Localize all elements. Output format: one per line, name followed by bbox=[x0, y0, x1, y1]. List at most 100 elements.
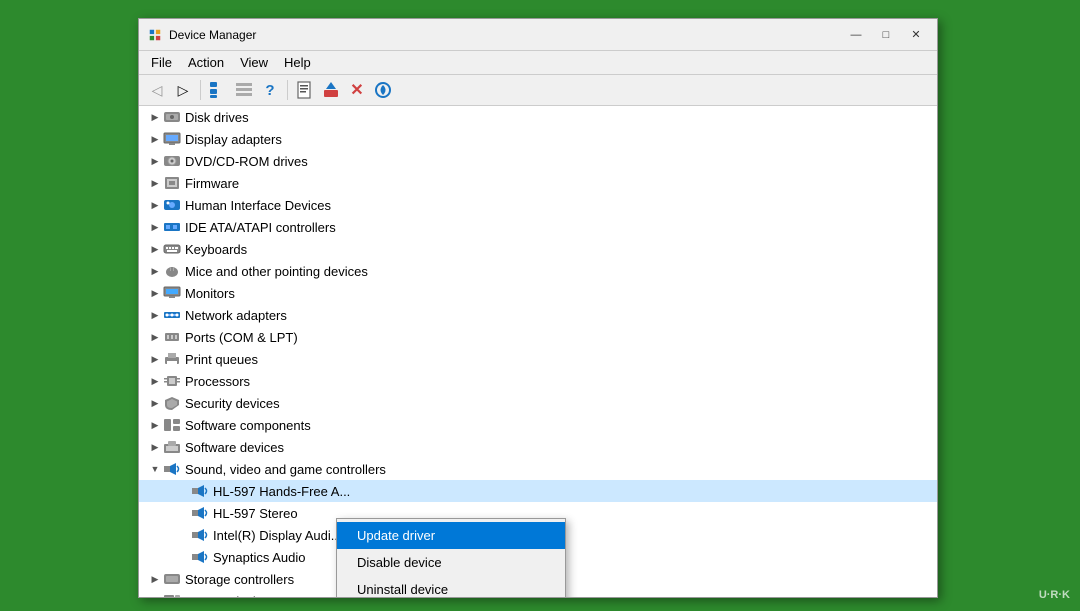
system-devices-label: System devices bbox=[185, 594, 276, 598]
keyboards-label: Keyboards bbox=[185, 242, 247, 257]
minimize-button[interactable]: — bbox=[843, 25, 869, 45]
tree-item-hl597hf[interactable]: ▶ HL-597 Hands-Free A... bbox=[139, 480, 937, 502]
scan-button[interactable] bbox=[371, 78, 395, 102]
ide-icon bbox=[163, 218, 181, 236]
firmware-label: Firmware bbox=[185, 176, 239, 191]
expand-icon[interactable]: ▶ bbox=[147, 263, 163, 279]
watermark: U·R·K bbox=[1039, 589, 1070, 601]
desktop: Device Manager — □ ✕ File Action View He… bbox=[0, 0, 1080, 611]
tree-item-monitors[interactable]: ▶ Monitors bbox=[139, 282, 937, 304]
ctx-disable-device[interactable]: Disable device bbox=[337, 549, 565, 576]
menu-action[interactable]: Action bbox=[180, 53, 232, 72]
hid-icon bbox=[163, 196, 181, 214]
tree-item-ide[interactable]: ▶ IDE ATA/ATAPI controllers bbox=[139, 216, 937, 238]
hl597hf-label: HL-597 Hands-Free A... bbox=[213, 484, 350, 499]
maximize-button[interactable]: □ bbox=[873, 25, 899, 45]
expand-icon[interactable]: ▶ bbox=[147, 395, 163, 411]
menu-file[interactable]: File bbox=[143, 53, 180, 72]
device-manager-window: Device Manager — □ ✕ File Action View He… bbox=[138, 18, 938, 598]
software-components-icon bbox=[163, 416, 181, 434]
tree-item-software-components[interactable]: ▶ Software components bbox=[139, 414, 937, 436]
expand-icon[interactable]: ▶ bbox=[147, 373, 163, 389]
sound-device-icon-4 bbox=[191, 548, 209, 566]
expand-icon[interactable]: ▶ bbox=[147, 285, 163, 301]
expand-icon[interactable]: ▶ bbox=[147, 219, 163, 235]
tree-view-button[interactable] bbox=[206, 78, 230, 102]
tree-item-security[interactable]: ▶ Security devices bbox=[139, 392, 937, 414]
menu-bar: File Action View Help bbox=[139, 51, 937, 75]
context-menu: Update driver Disable device Uninstall d… bbox=[336, 518, 566, 597]
print-queues-label: Print queues bbox=[185, 352, 258, 367]
tree-item-network[interactable]: ▶ Network adapters bbox=[139, 304, 937, 326]
tree-item-display-adapters[interactable]: ▶ Display adapters bbox=[139, 128, 937, 150]
content-area[interactable]: ▶ Disk drives ▶ Display adapters ▶ DVD/C… bbox=[139, 106, 937, 597]
intel-display-label: Intel(R) Display Audi... bbox=[213, 528, 342, 543]
dvdrom-label: DVD/CD-ROM drives bbox=[185, 154, 308, 169]
sound-device-icon-3 bbox=[191, 526, 209, 544]
help-button[interactable]: ? bbox=[258, 78, 282, 102]
tree-item-dvdrom[interactable]: ▶ DVD/CD-ROM drives bbox=[139, 150, 937, 172]
synaptics-label: Synaptics Audio bbox=[213, 550, 306, 565]
expand-icon[interactable]: ▶ bbox=[147, 439, 163, 455]
close-button[interactable]: ✕ bbox=[903, 25, 929, 45]
expand-sound-icon[interactable]: ▼ bbox=[147, 461, 163, 477]
hid-label: Human Interface Devices bbox=[185, 198, 331, 213]
tree-item-mice[interactable]: ▶ Mice and other pointing devices bbox=[139, 260, 937, 282]
software-devices-icon bbox=[163, 438, 181, 456]
uninstall-button[interactable]: ✕ bbox=[345, 78, 369, 102]
firmware-icon bbox=[163, 174, 181, 192]
menu-view[interactable]: View bbox=[232, 53, 276, 72]
network-label: Network adapters bbox=[185, 308, 287, 323]
properties-button[interactable] bbox=[293, 78, 317, 102]
tree-item-keyboards[interactable]: ▶ Keyboards bbox=[139, 238, 937, 260]
sound-label: Sound, video and game controllers bbox=[185, 462, 386, 477]
menu-help[interactable]: Help bbox=[276, 53, 319, 72]
tree-item-software-devices[interactable]: ▶ Software devices bbox=[139, 436, 937, 458]
tree-item-hid[interactable]: ▶ Human Interface Devices bbox=[139, 194, 937, 216]
ide-label: IDE ATA/ATAPI controllers bbox=[185, 220, 336, 235]
ctx-update-driver[interactable]: Update driver bbox=[337, 522, 565, 549]
cpu-icon bbox=[163, 372, 181, 390]
expand-icon[interactable]: ▶ bbox=[147, 109, 163, 125]
tree-item-print-queues[interactable]: ▶ Print queues bbox=[139, 348, 937, 370]
tree-item-processors[interactable]: ▶ Processors bbox=[139, 370, 937, 392]
window-icon bbox=[147, 27, 163, 43]
sound-device-icon bbox=[191, 482, 209, 500]
expand-icon[interactable]: ▶ bbox=[147, 131, 163, 147]
back-button[interactable]: ◁ bbox=[145, 78, 169, 102]
window-title: Device Manager bbox=[169, 28, 843, 42]
expand-icon[interactable]: ▶ bbox=[147, 307, 163, 323]
expand-icon[interactable]: ▶ bbox=[147, 417, 163, 433]
ports-label: Ports (COM & LPT) bbox=[185, 330, 298, 345]
expand-icon[interactable]: ▶ bbox=[147, 197, 163, 213]
title-controls: — □ ✕ bbox=[843, 25, 929, 45]
storage-icon bbox=[163, 570, 181, 588]
expand-icon[interactable]: ▶ bbox=[147, 571, 163, 587]
expand-icon[interactable]: ▶ bbox=[147, 593, 163, 597]
software-components-label: Software components bbox=[185, 418, 311, 433]
security-label: Security devices bbox=[185, 396, 280, 411]
disk-drives-label: Disk drives bbox=[185, 110, 249, 125]
tree-item-sound[interactable]: ▼ Sound, video and game controllers bbox=[139, 458, 937, 480]
tree-item-firmware[interactable]: ▶ Firmware bbox=[139, 172, 937, 194]
network-icon bbox=[163, 306, 181, 324]
processors-label: Processors bbox=[185, 374, 250, 389]
system-icon bbox=[163, 592, 181, 597]
update-driver-toolbar-button[interactable] bbox=[319, 78, 343, 102]
monitors-label: Monitors bbox=[185, 286, 235, 301]
mice-label: Mice and other pointing devices bbox=[185, 264, 368, 279]
tree-item-disk-drives[interactable]: ▶ Disk drives bbox=[139, 106, 937, 128]
forward-button[interactable]: ▷ bbox=[171, 78, 195, 102]
list-view-button[interactable] bbox=[232, 78, 256, 102]
display-icon bbox=[163, 130, 181, 148]
expand-icon[interactable]: ▶ bbox=[147, 153, 163, 169]
expand-icon[interactable]: ▶ bbox=[147, 351, 163, 367]
expand-icon[interactable]: ▶ bbox=[147, 241, 163, 257]
ctx-uninstall-device[interactable]: Uninstall device bbox=[337, 576, 565, 597]
expand-icon[interactable]: ▶ bbox=[147, 329, 163, 345]
expand-icon[interactable]: ▶ bbox=[147, 175, 163, 191]
toolbar-sep-1 bbox=[200, 80, 201, 100]
tree-item-ports[interactable]: ▶ Ports (COM & LPT) bbox=[139, 326, 937, 348]
monitor-icon bbox=[163, 284, 181, 302]
display-adapters-label: Display adapters bbox=[185, 132, 282, 147]
